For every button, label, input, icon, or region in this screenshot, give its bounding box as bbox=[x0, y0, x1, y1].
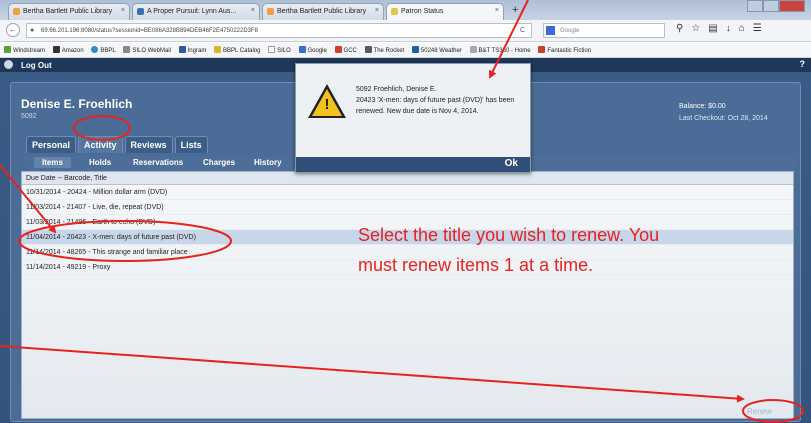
bookmark-item[interactable]: SILO bbox=[268, 46, 291, 54]
bookmark-item[interactable]: SILO WebMail bbox=[123, 46, 171, 54]
bookmark-icon bbox=[334, 46, 342, 53]
patron-account-summary: Balance: $0.00 Last Checkout: Oct 28, 20… bbox=[679, 101, 768, 125]
tab-label: Bertha Bartlett Public Library bbox=[277, 8, 367, 15]
bookmark-icon bbox=[123, 46, 131, 53]
close-tab-icon[interactable]: × bbox=[121, 7, 125, 14]
screenshot: Bertha Bartlett Public Library × A Proper… bbox=[0, 0, 811, 423]
last-checkout-text: Last Checkout: Oct 28, 2014 bbox=[679, 115, 768, 122]
items-grid: Due Date -- Barcode, Title 10/31/2014 - … bbox=[21, 171, 794, 419]
close-tab-icon[interactable]: × bbox=[495, 7, 499, 14]
bookmark-item[interactable]: Amazon bbox=[52, 46, 84, 54]
browser-tab-active[interactable]: Patron Status × bbox=[386, 3, 504, 20]
bookmark-item[interactable]: BBPL Catalog bbox=[214, 46, 260, 54]
bookmarks-bar: Windstream Amazon BBPL SILO WebMail Ingr… bbox=[0, 43, 811, 58]
help-button[interactable]: ? bbox=[800, 59, 806, 69]
bookmark-icon bbox=[178, 46, 186, 53]
favicon-icon bbox=[391, 8, 398, 15]
bookmark-icon bbox=[469, 46, 477, 53]
logout-link[interactable]: Log Out bbox=[21, 61, 52, 70]
toolbar-icons: ⚲ ☆ ▤ ↓ ⌂ ☰ bbox=[676, 23, 762, 34]
bookmark-icon bbox=[91, 46, 99, 53]
bookmark-item[interactable]: The Rocket bbox=[364, 46, 404, 54]
subtab-items[interactable]: Items bbox=[34, 157, 71, 168]
bookmark-icon bbox=[268, 46, 276, 53]
favicon-icon bbox=[137, 8, 144, 15]
subtab-charges[interactable]: Charges bbox=[203, 158, 235, 167]
bookmark-icon bbox=[364, 46, 372, 53]
minimize-button[interactable] bbox=[747, 0, 763, 12]
bookmark-item[interactable]: 50248 Weather bbox=[411, 46, 462, 54]
subtab-history[interactable]: History bbox=[254, 158, 282, 167]
bookmark-item[interactable]: Google bbox=[298, 46, 327, 54]
subtab-holds[interactable]: Holds bbox=[89, 158, 111, 167]
reading-list-icon[interactable]: ▤ bbox=[708, 23, 717, 34]
renew-button[interactable]: Renew bbox=[747, 407, 772, 416]
close-tab-icon[interactable]: × bbox=[375, 7, 379, 14]
power-icon bbox=[4, 60, 13, 69]
bookmark-item[interactable]: Fantastic Fiction bbox=[538, 46, 591, 54]
bookmark-icon bbox=[214, 46, 221, 53]
item-row[interactable]: 10/31/2014 - 20424 - Million dollar arm … bbox=[22, 185, 793, 200]
favicon-icon bbox=[13, 8, 20, 15]
browser-nav-bar: ← ● 69.66.201.196:8080/status?sessionid=… bbox=[0, 20, 811, 42]
browser-tab[interactable]: Bertha Bartlett Public Library × bbox=[8, 3, 130, 20]
tab-personal[interactable]: Personal bbox=[26, 136, 77, 153]
search-engine-icon bbox=[546, 26, 555, 35]
bookmark-item[interactable]: Windstream bbox=[4, 46, 45, 54]
back-button[interactable]: ← bbox=[6, 23, 20, 37]
bookmark-icon bbox=[538, 46, 546, 53]
bookmark-item[interactable]: Ingram bbox=[178, 46, 206, 54]
bookmark-item[interactable]: B&T TS360 - Home bbox=[469, 46, 531, 54]
address-bar[interactable]: ● 69.66.201.196:8080/status?sessionid=BE… bbox=[26, 23, 532, 38]
patron-tabs: Personal Activity Reviews Lists bbox=[26, 136, 208, 154]
alert-line-2: 20423 'X-men: days of future past (DVD)'… bbox=[356, 97, 515, 115]
site-icon: ● bbox=[30, 27, 35, 34]
tab-label: A Proper Pursuit: Lynn Aus... bbox=[147, 8, 237, 15]
balance-text: Balance: $0.00 bbox=[679, 103, 726, 110]
browser-tab[interactable]: A Proper Pursuit: Lynn Aus... × bbox=[132, 3, 260, 20]
close-tab-icon[interactable]: × bbox=[251, 7, 255, 14]
renewal-alert-dialog: ! 5092 Froehlich, Denise E. 20423 'X-men… bbox=[295, 63, 531, 173]
search-icon[interactable]: ⚲ bbox=[676, 23, 683, 34]
tab-label: Bertha Bartlett Public Library bbox=[23, 8, 113, 15]
search-placeholder: Google bbox=[560, 28, 580, 34]
alert-line-1: 5092 Froehlich, Denise E. bbox=[356, 86, 437, 93]
browser-tab[interactable]: Bertha Bartlett Public Library × bbox=[262, 3, 384, 20]
bookmark-icon bbox=[298, 46, 306, 53]
bookmark-item[interactable]: GCC bbox=[334, 46, 357, 54]
reload-icon[interactable]: C bbox=[520, 27, 525, 34]
bookmark-icon bbox=[411, 46, 419, 53]
item-row[interactable]: 11/03/2014 - 21407 - Live, die, repeat (… bbox=[22, 200, 793, 215]
bookmark-star-icon[interactable]: ☆ bbox=[691, 23, 700, 34]
home-icon[interactable]: ⌂ bbox=[739, 23, 745, 34]
instruction-annotation: Select the title you wish to renew. You … bbox=[358, 225, 660, 275]
maximize-button[interactable] bbox=[763, 0, 779, 12]
bookmark-icon bbox=[52, 46, 60, 53]
warning-exclamation: ! bbox=[324, 96, 330, 113]
tab-reviews[interactable]: Reviews bbox=[124, 136, 173, 153]
tab-label: Patron Status bbox=[401, 8, 444, 15]
browser-tab-strip: Bertha Bartlett Public Library × A Proper… bbox=[0, 0, 811, 20]
alert-footer: Ok bbox=[296, 157, 530, 172]
search-input[interactable]: Google bbox=[543, 23, 665, 38]
menu-icon[interactable]: ☰ bbox=[753, 23, 762, 34]
grid-header: Due Date -- Barcode, Title bbox=[22, 172, 793, 185]
download-icon[interactable]: ↓ bbox=[726, 23, 731, 34]
window-controls bbox=[747, 0, 805, 12]
favicon-icon bbox=[267, 8, 274, 15]
tab-activity[interactable]: Activity bbox=[78, 136, 123, 153]
tab-lists[interactable]: Lists bbox=[174, 136, 208, 153]
url-text: 69.66.201.196:8080/status?sessionid=BE08… bbox=[41, 28, 258, 34]
patron-id: 5092 bbox=[21, 113, 37, 120]
new-tab-button[interactable]: + bbox=[512, 4, 518, 16]
ok-button[interactable]: Ok bbox=[505, 158, 518, 169]
alert-message: 5092 Froehlich, Denise E. 20423 'X-men: … bbox=[356, 84, 526, 117]
bookmark-icon bbox=[4, 46, 11, 53]
patron-name: Denise E. Froehlich bbox=[21, 97, 133, 111]
close-window-button[interactable] bbox=[779, 0, 805, 12]
bookmark-item[interactable]: BBPL bbox=[91, 46, 116, 54]
subtab-reservations[interactable]: Reservations bbox=[133, 158, 183, 167]
